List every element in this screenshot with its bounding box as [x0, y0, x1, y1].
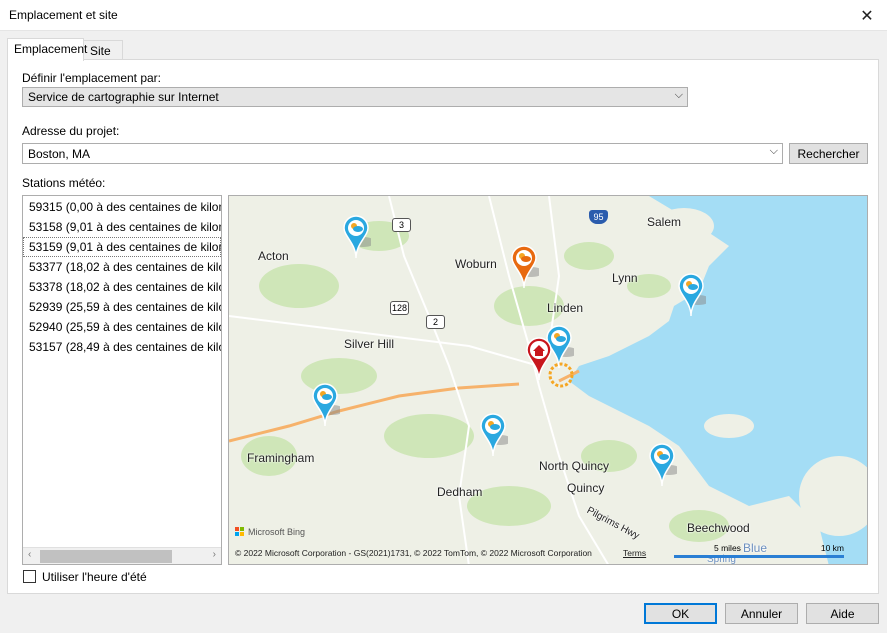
route-shield: 3: [392, 218, 411, 232]
terms-link[interactable]: Terms: [623, 548, 646, 558]
dst-checkbox[interactable]: [23, 570, 36, 583]
selection-ring-icon: [548, 362, 574, 388]
map-scale-bar: 5 miles 10 km: [674, 543, 844, 559]
place-label: Acton: [258, 249, 289, 263]
chevron-down-icon[interactable]: ⌵: [770, 145, 778, 158]
place-label: Silver Hill: [344, 337, 395, 351]
dst-label: Utiliser l'heure d'été: [42, 570, 147, 584]
location-by-label: Définir l'emplacement par:: [22, 71, 162, 85]
scale-km: 10 km: [820, 543, 844, 553]
list-item[interactable]: 53378 (18,02 à des centaines de kilomètr…: [23, 277, 221, 297]
title-bar: Emplacement et site ✕: [0, 0, 887, 31]
scale-line: [674, 555, 844, 558]
tab-emplacement[interactable]: Emplacement: [7, 38, 88, 61]
cancel-button[interactable]: Annuler: [725, 603, 798, 624]
help-button[interactable]: Aide: [806, 603, 879, 624]
weather-station-pin-icon[interactable]: [310, 382, 340, 428]
search-button[interactable]: Rechercher: [789, 143, 868, 164]
place-label: Lynn: [612, 271, 638, 285]
bing-attribution: Microsoft Bing: [235, 527, 305, 537]
place-label: Quincy: [567, 481, 605, 495]
place-label: Woburn: [455, 257, 497, 271]
address-combo[interactable]: Boston, MA ⌵: [22, 143, 783, 164]
tab-site[interactable]: Site: [83, 40, 123, 60]
location-by-value: Service de cartographie sur Internet: [28, 90, 219, 104]
close-icon[interactable]: ✕: [847, 0, 887, 31]
weather-station-pin-icon[interactable]: [676, 272, 706, 318]
list-item[interactable]: 53158 (9,01 à des centaines de kilomètre…: [23, 217, 221, 237]
place-label: Linden: [547, 301, 584, 315]
scroll-right-icon[interactable]: ›: [213, 549, 216, 560]
route-shield: 128: [390, 301, 409, 315]
microsoft-logo-icon: [235, 527, 245, 537]
route-shield: 95: [589, 210, 608, 224]
list-item[interactable]: 53159 (9,01 à des centaines de kilomètre…: [23, 237, 221, 257]
address-label: Adresse du projet:: [22, 124, 120, 138]
list-item[interactable]: 52939 (25,59 à des centaines de kilomètr…: [23, 297, 221, 317]
place-label: Beechwood: [687, 521, 750, 535]
window-title: Emplacement et site: [9, 8, 118, 22]
scroll-thumb[interactable]: [40, 550, 172, 563]
list-item[interactable]: 53157 (28,49 à des centaines de kilomètr…: [23, 337, 221, 357]
map-copyright: © 2022 Microsoft Corporation - GS(2021)1…: [235, 548, 592, 558]
map-view[interactable]: Salem Acton Woburn Lynn Linden Silver Hi…: [228, 195, 868, 565]
address-value: Boston, MA: [28, 147, 91, 161]
chevron-down-icon: ⌵: [674, 89, 683, 101]
weather-station-pin-icon[interactable]: [341, 214, 371, 260]
weather-station-pin-icon[interactable]: [478, 412, 508, 458]
place-label: Framingham: [247, 451, 315, 465]
tab-label: Site: [90, 44, 111, 58]
scroll-left-icon[interactable]: ‹: [28, 549, 31, 560]
list-item[interactable]: 52940 (25,59 à des centaines de kilomètr…: [23, 317, 221, 337]
list-item[interactable]: 53377 (18,02 à des centaines de kilomètr…: [23, 257, 221, 277]
location-by-select[interactable]: Service de cartographie sur Internet ⌵: [22, 87, 688, 107]
bing-label: Microsoft Bing: [248, 527, 306, 537]
scale-miles: 5 miles: [714, 543, 741, 553]
horizontal-scrollbar[interactable]: ‹ ›: [23, 547, 221, 564]
stations-list[interactable]: 59315 (0,00 à des centaines de kilomètre…: [22, 195, 222, 565]
place-label: North Quincy: [539, 459, 610, 473]
weather-station-pin-icon[interactable]: [647, 442, 677, 488]
stations-label: Stations météo:: [22, 176, 106, 190]
place-label: Salem: [647, 215, 682, 229]
route-shield: 2: [426, 315, 445, 329]
weather-station-pin-icon[interactable]: [509, 244, 539, 290]
ok-button[interactable]: OK: [644, 603, 717, 624]
list-item[interactable]: 59315 (0,00 à des centaines de kilomètre…: [23, 197, 221, 217]
place-label: Dedham: [437, 485, 483, 499]
tab-label: Emplacement: [14, 42, 88, 56]
